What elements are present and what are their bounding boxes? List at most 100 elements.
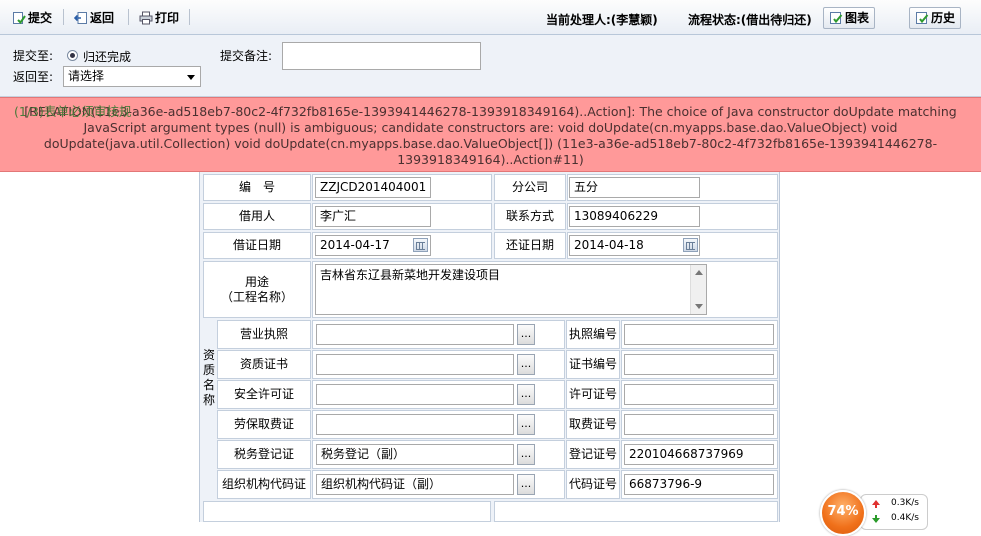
branch-cell: 五分 [567,174,778,201]
purpose-value: 吉林省东辽县新菜地开发建设项目 [320,268,501,282]
back-icon [74,12,87,24]
radio-return-complete[interactable] [67,50,78,61]
return-to-select[interactable]: 请选择 [63,66,201,87]
branch-field[interactable]: 五分 [569,177,700,198]
return-date-label: 还证日期 [494,232,566,259]
qual-name: 组织机构代码证 [217,470,311,499]
qual-value-field[interactable] [316,384,514,405]
qual-code-cell [621,320,778,349]
print-button[interactable]: 打印 [139,9,179,27]
qual-code-cell: 66873796-9 [621,470,778,499]
browse-button[interactable]: ... [517,444,535,465]
toolbar: 提交 返回 打印 当前处理人:(李慧颖) 流程状态:(借出待归还) 图表 历史 [0,0,981,35]
arrow-up-icon [872,500,880,508]
remark-label: 提交备注: [220,49,273,63]
qual-code-label: 取费证号 [566,410,620,439]
chart-button[interactable]: 图表 [823,7,876,29]
purpose-cell: 吉林省东辽县新菜地开发建设项目 [312,261,778,318]
browse-button[interactable]: ... [517,414,535,435]
flow-status: 流程状态:(借出待归还) [688,13,812,27]
qual-value-field[interactable] [316,414,514,435]
qual-value-cell: 组织机构代码证（副） ... [312,470,565,499]
qual-code-field[interactable] [624,414,774,435]
qual-value-field[interactable]: 组织机构代码证（副） [316,474,514,495]
chevron-down-icon [187,75,195,80]
back-button[interactable]: 返回 [74,9,114,27]
qual-code-cell [621,410,778,439]
qual-code-label: 登记证号 [566,440,620,469]
scroll-down-icon[interactable] [695,304,703,309]
loan-form: 编 号 ZZJCD201404001 分公司 五分 借用人 李广汇 联系方式 1… [199,172,780,522]
toolbar-divider [189,9,190,25]
next-row-cell [494,501,778,522]
return-date-field[interactable]: 2014-04-18 [569,235,700,256]
browse-button[interactable]: ... [517,384,535,405]
upload-speed: 0.3K/s [891,498,919,508]
purpose-textarea[interactable]: 吉林省东辽县新菜地开发建设项目 [315,264,707,315]
qual-value-cell: ... [312,350,565,379]
history-icon [916,12,929,24]
number-field[interactable]: ZZJCD201404001 [315,177,431,198]
branch-label: 分公司 [494,174,566,201]
qual-code-cell [621,350,778,379]
borrow-date-label: 借证日期 [203,232,311,259]
submit-button[interactable]: 提交 [12,9,52,27]
history-button[interactable]: 历史 [909,7,962,29]
borrower-cell: 李广汇 [312,203,492,230]
qual-value-cell: ... [312,380,565,409]
qual-code-field[interactable] [624,354,774,375]
current-handler: 当前处理人:(李慧颖) [546,13,658,27]
print-label: 打印 [155,11,180,25]
borrower-label: 借用人 [203,203,311,230]
print-icon [139,11,153,25]
qual-name: 营业执照 [217,320,311,349]
contact-cell: 13089406229 [567,203,778,230]
qual-value-cell: ... [312,410,565,439]
speed-panel: 0.3K/s 0.4K/s [860,494,928,530]
remark-input[interactable] [282,42,481,70]
contact-field[interactable]: 13089406229 [569,206,700,227]
history-label: 历史 [931,11,956,25]
qual-code-field[interactable] [624,384,774,405]
calendar-icon[interactable] [413,238,428,252]
qual-name: 资质证书 [217,350,311,379]
browse-button[interactable]: ... [517,354,535,375]
chart-icon [830,12,843,24]
qual-value-field[interactable] [316,324,514,345]
calendar-icon[interactable] [683,238,698,252]
contact-label: 联系方式 [494,203,566,230]
qual-value-field[interactable]: 税务登记（副） [316,444,514,465]
purpose-label: 用途 （工程名称） [203,261,311,318]
qual-code-label: 代码证号 [566,470,620,499]
return-to-label: 返回至: [13,70,54,84]
browse-button[interactable]: ... [517,474,535,495]
purpose-label-line1: 用途 [244,275,269,289]
qual-name: 税务登记证 [217,440,311,469]
borrower-field[interactable]: 李广汇 [315,206,431,227]
qual-code-cell: 220104668737969 [621,440,778,469]
submit-panel: 提交至: 归还完成 返回至: 请选择 提交备注: [0,35,981,97]
qual-code-field[interactable]: 66873796-9 [624,474,774,495]
scroll-up-icon[interactable] [695,270,703,275]
next-row-cell [203,501,491,522]
network-speed-widget[interactable]: 0.3K/s 0.4K/s 74% [820,486,930,536]
number-cell: ZZJCD201404001 [312,174,492,201]
qual-name: 安全许可证 [217,380,311,409]
qual-code-field[interactable]: 220104668737969 [624,444,774,465]
return-to-select-value: 请选择 [68,69,105,83]
submit-icon [13,12,26,25]
radio-return-complete-label[interactable]: 归还完成 [83,48,131,65]
qual-code-field[interactable] [624,324,774,345]
qual-value-cell: ... [312,320,565,349]
purpose-scrollbar[interactable] [690,265,706,314]
number-label: 编 号 [203,174,311,201]
browse-button[interactable]: ... [517,324,535,345]
qual-code-label: 证书编号 [566,350,620,379]
qual-code-label: 许可证号 [566,380,620,409]
qual-value-field[interactable] [316,354,514,375]
submit-label: 提交 [28,11,53,25]
speed-percent-ball[interactable]: 74% [820,490,866,536]
submit-to-label: 提交至: [13,49,54,63]
toolbar-divider [63,9,64,25]
chart-label: 图表 [845,11,870,25]
